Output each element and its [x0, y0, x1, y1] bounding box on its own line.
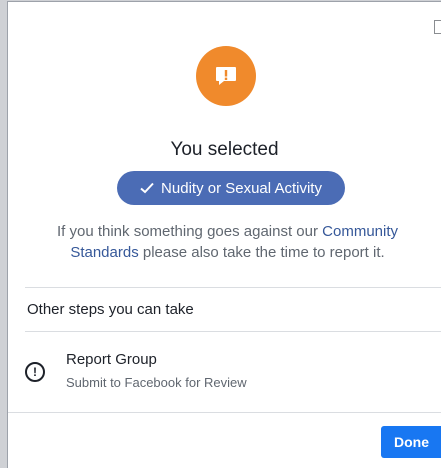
selected-category-label: Nudity or Sexual Activity	[161, 179, 322, 197]
dialog-title: You selected	[170, 139, 279, 160]
footer-divider	[8, 412, 441, 413]
report-group-option[interactable]: ! Report Group Submit to Facebook for Re…	[25, 350, 425, 394]
alert-circle-outline-icon: !	[25, 362, 45, 382]
divider	[25, 287, 441, 288]
report-dialog: You selected Nudity or Sexual Activity I…	[7, 1, 441, 468]
report-group-sublabel: Submit to Facebook for Review	[66, 375, 247, 390]
info-text-before: If you think something goes against our	[56, 223, 323, 240]
info-text-after: please also take the time to report it.	[138, 244, 385, 261]
alert-speech-bubble-icon	[196, 46, 256, 106]
selected-category-pill[interactable]: Nudity or Sexual Activity	[117, 171, 345, 205]
report-group-label: Report Group	[66, 351, 157, 368]
divider	[25, 331, 441, 332]
section-heading: Other steps you can take	[27, 301, 194, 318]
community-standards-info: If you think something goes against our …	[26, 221, 429, 263]
close-box-icon[interactable]	[434, 20, 441, 34]
checkmark-icon	[140, 182, 154, 194]
done-button[interactable]: Done	[381, 426, 441, 458]
